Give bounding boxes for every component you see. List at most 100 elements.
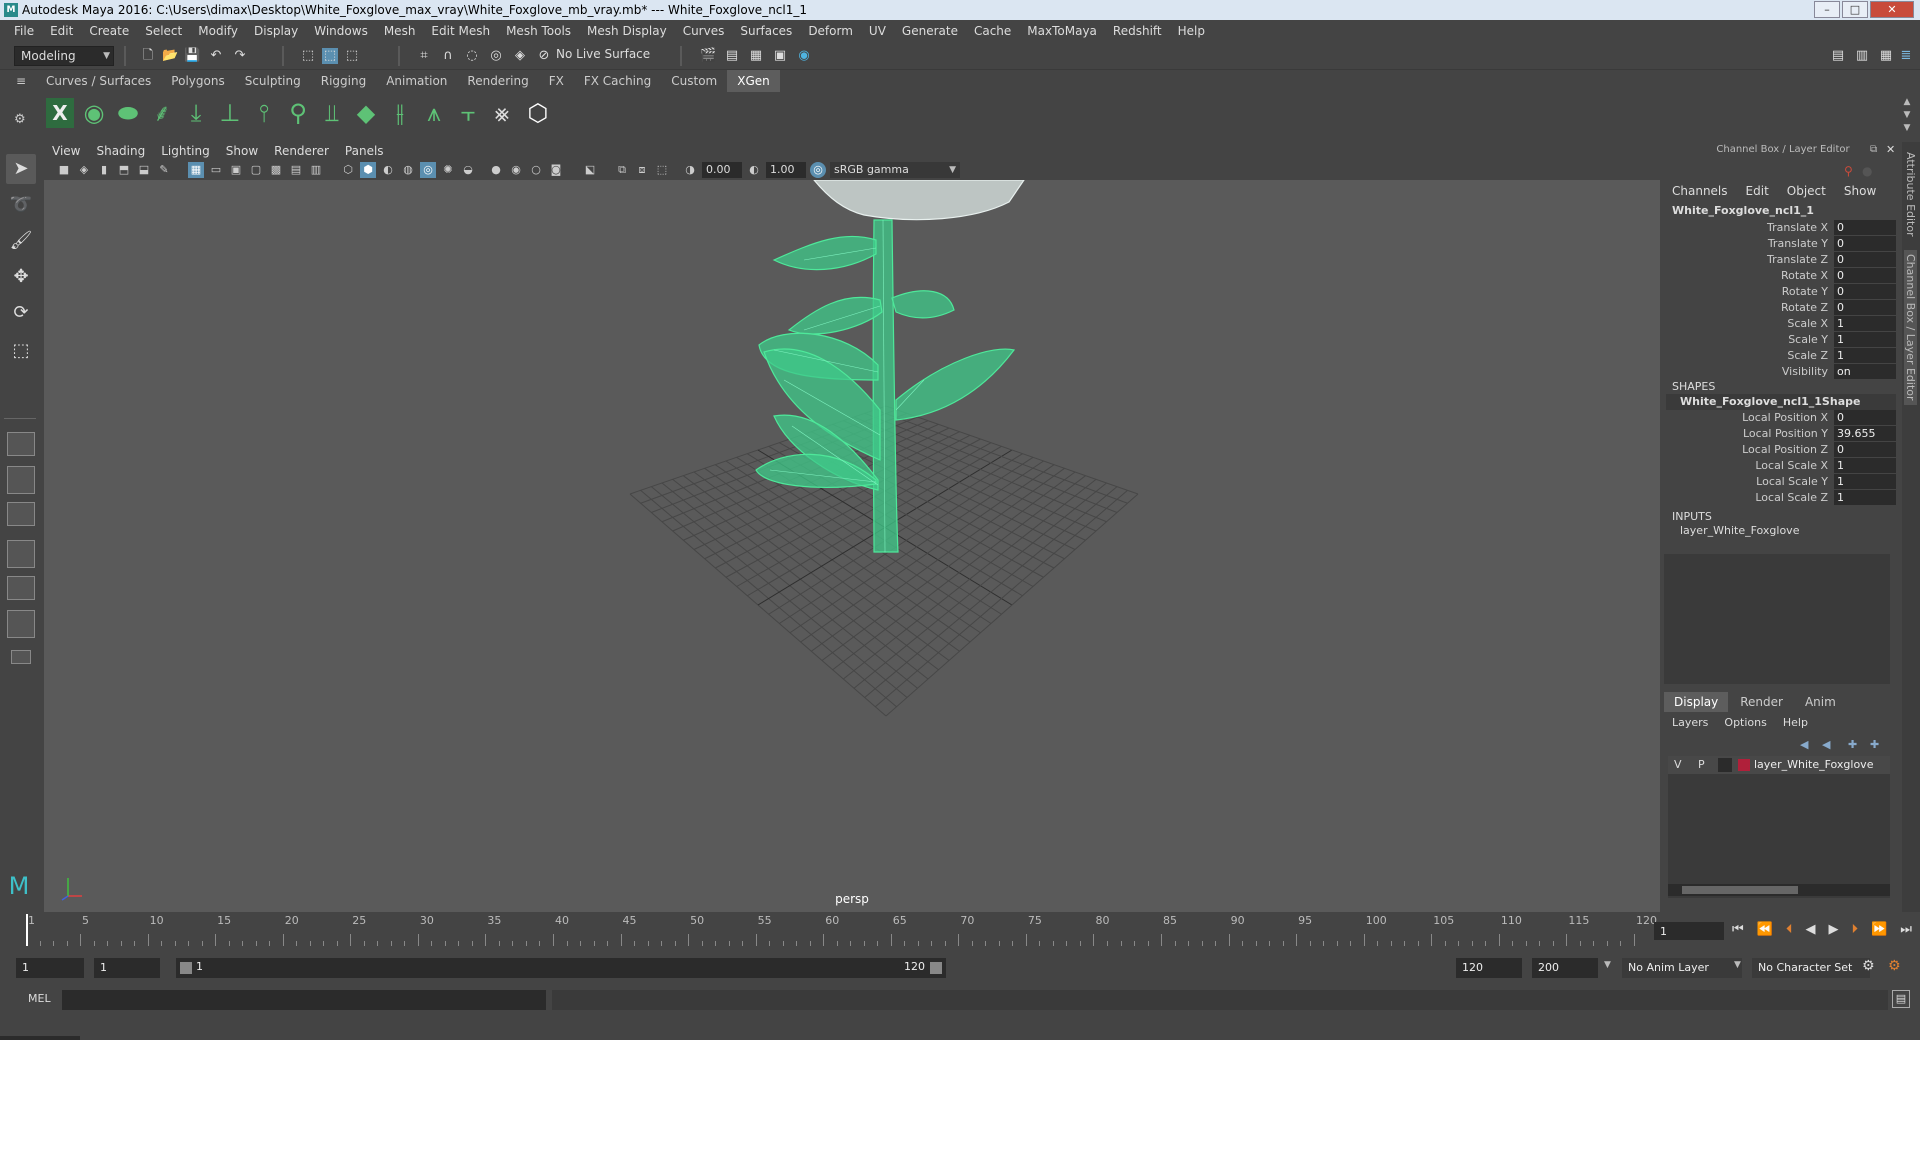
- xray-icon[interactable]: ◎: [420, 162, 436, 178]
- tab-render[interactable]: Render: [1728, 692, 1795, 712]
- paint-select-tool-icon[interactable]: 🖌: [6, 226, 36, 256]
- shape-name[interactable]: White_Foxglove_ncl1_1Shape: [1666, 394, 1896, 410]
- channel-row[interactable]: Scale X 1: [1664, 316, 1898, 332]
- time-slider[interactable]: 1 5 10 15 20 25 30 35 40 45 50 55 60 65 70 75 80 85 90 95 10…: [20, 914, 1657, 946]
- key-icon[interactable]: ⚲: [1844, 164, 1853, 178]
- channel-value-field[interactable]: 1: [1834, 458, 1896, 473]
- channel-value-field[interactable]: 1: [1834, 316, 1896, 331]
- select-object-icon[interactable]: ⬚: [322, 48, 338, 64]
- playback-end-field[interactable]: 120: [1456, 958, 1522, 978]
- lock-icon[interactable]: ●: [1862, 164, 1872, 178]
- channel-value-field[interactable]: 1: [1834, 348, 1896, 363]
- gate-mask-icon[interactable]: ▢: [248, 162, 264, 178]
- channel-row[interactable]: Translate Y 0: [1664, 236, 1898, 252]
- more-layouts-icon[interactable]: [11, 650, 31, 664]
- persp-graph-layout-icon[interactable]: [7, 540, 35, 568]
- screen-space-ao-icon[interactable]: ●: [488, 162, 504, 178]
- step-back-key-icon[interactable]: ⏴: [1786, 922, 1793, 940]
- menu-curves[interactable]: Curves: [675, 24, 733, 38]
- go-to-start-icon[interactable]: ⏮: [1732, 922, 1744, 940]
- channel-label[interactable]: Local Position Y: [1743, 426, 1828, 442]
- depth-of-field-icon[interactable]: ◙: [548, 162, 564, 178]
- select-component-icon[interactable]: ⬚: [344, 48, 360, 64]
- viewport-menu-panels[interactable]: Panels: [337, 144, 392, 158]
- channel-label[interactable]: Local Position X: [1742, 410, 1828, 426]
- channel-label[interactable]: Translate Z: [1767, 252, 1828, 268]
- script-language-toggle[interactable]: MEL: [28, 992, 51, 1005]
- channel-label[interactable]: Local Scale Y: [1756, 474, 1828, 490]
- channel-value-field[interactable]: 0: [1834, 300, 1896, 315]
- float-panel-icon[interactable]: ⧉: [1870, 144, 1877, 155]
- image-plane-icon[interactable]: ⬒: [116, 162, 132, 178]
- channel-row[interactable]: Local Position Y 39.655: [1664, 426, 1898, 442]
- xgen-cut-icon[interactable]: ⫟: [454, 98, 482, 128]
- wireframe-icon[interactable]: ⬡: [340, 162, 356, 178]
- lasso-tool-icon[interactable]: ➰: [6, 190, 36, 220]
- play-forwards-icon[interactable]: ▶: [1829, 922, 1839, 940]
- gamma-field[interactable]: 1.00: [766, 162, 806, 178]
- channel-label[interactable]: Visibility: [1782, 364, 1828, 380]
- xgen-editor-icon[interactable]: X: [46, 98, 74, 128]
- menu-deform[interactable]: Deform: [800, 24, 861, 38]
- new-layer-icon[interactable]: ✚: [1848, 738, 1857, 751]
- range-slider[interactable]: 1 120: [176, 958, 946, 978]
- persp-outliner-layout-icon[interactable]: [7, 502, 35, 526]
- menu-maxtomaya[interactable]: MaxToMaya: [1019, 24, 1105, 38]
- viewport-menu-view[interactable]: View: [44, 144, 88, 158]
- end-time-field[interactable]: 200: [1532, 958, 1598, 978]
- channel-label[interactable]: Local Scale Z: [1755, 490, 1828, 506]
- tab-custom[interactable]: Custom: [661, 70, 727, 92]
- close-button[interactable]: ✕: [1870, 1, 1914, 18]
- save-scene-icon[interactable]: 💾: [184, 48, 200, 64]
- open-scene-icon[interactable]: 📂: [162, 48, 178, 64]
- edit-menu[interactable]: Edit: [1746, 184, 1769, 198]
- shadows-icon[interactable]: ◒: [460, 162, 476, 178]
- channel-value-field[interactable]: on: [1834, 364, 1896, 379]
- exposure-icon[interactable]: ◑: [682, 162, 698, 178]
- modeling-toolkit-icon[interactable]: ▤: [1830, 48, 1846, 64]
- layer-color-swatch[interactable]: [1738, 759, 1750, 771]
- channel-box-icon[interactable]: ≣: [1898, 48, 1914, 64]
- make-live-icon[interactable]: ⊘: [536, 48, 552, 64]
- snap-point-icon[interactable]: ◌: [464, 48, 480, 64]
- rotate-tool-icon[interactable]: ⟳: [6, 298, 36, 328]
- character-set-dropdown[interactable]: No Character Set: [1752, 958, 1870, 978]
- step-forward-icon[interactable]: ⏩: [1871, 922, 1887, 940]
- xgen-bend-icon[interactable]: ⫫: [318, 98, 346, 128]
- menu-modify[interactable]: Modify: [190, 24, 246, 38]
- object-name[interactable]: White_Foxglove_ncl1_1: [1672, 204, 1814, 217]
- menu-edit-mesh[interactable]: Edit Mesh: [423, 24, 498, 38]
- channel-label[interactable]: Scale Z: [1787, 348, 1828, 364]
- channel-label[interactable]: Rotate Z: [1781, 300, 1828, 316]
- channel-label[interactable]: Scale Y: [1788, 332, 1828, 348]
- color-management-icon[interactable]: ◎: [810, 162, 826, 178]
- channel-row[interactable]: Local Scale Z 1: [1664, 490, 1898, 506]
- channel-label[interactable]: Scale X: [1787, 316, 1828, 332]
- channel-value-field[interactable]: 0: [1834, 236, 1896, 251]
- tab-sculpting[interactable]: Sculpting: [235, 70, 311, 92]
- minimize-button[interactable]: –: [1814, 1, 1840, 18]
- persp-hypershade-layout-icon[interactable]: [7, 576, 35, 600]
- range-end-handle[interactable]: [930, 962, 942, 974]
- animation-preferences-icon[interactable]: ⚙: [1888, 958, 1901, 974]
- viewport-menu-lighting[interactable]: Lighting: [153, 144, 218, 158]
- tab-display[interactable]: Display: [1664, 692, 1729, 712]
- menu-help[interactable]: Help: [1170, 24, 1213, 38]
- safe-title-icon[interactable]: ▥: [308, 162, 324, 178]
- tab-animation[interactable]: Animation: [376, 70, 457, 92]
- smooth-shade-icon[interactable]: ⬢: [360, 162, 376, 178]
- menu-generate[interactable]: Generate: [894, 24, 966, 38]
- ipr-render-icon[interactable]: ▤: [724, 48, 740, 64]
- anti-aliasing-icon[interactable]: ○: [528, 162, 544, 178]
- menu-select[interactable]: Select: [137, 24, 190, 38]
- layer-playback-toggle[interactable]: P: [1698, 758, 1705, 771]
- exposure-field[interactable]: 0.00: [702, 162, 742, 178]
- menu-windows[interactable]: Windows: [306, 24, 376, 38]
- viewport-menu-renderer[interactable]: Renderer: [266, 144, 337, 158]
- safe-action-icon[interactable]: ▤: [288, 162, 304, 178]
- show-menu[interactable]: Show: [1844, 184, 1876, 198]
- select-tool-icon[interactable]: ➤: [6, 154, 36, 184]
- xgen-create-description-icon[interactable]: ◉: [80, 98, 108, 128]
- grid-icon[interactable]: ▦: [188, 162, 204, 178]
- menu-file[interactable]: File: [6, 24, 42, 38]
